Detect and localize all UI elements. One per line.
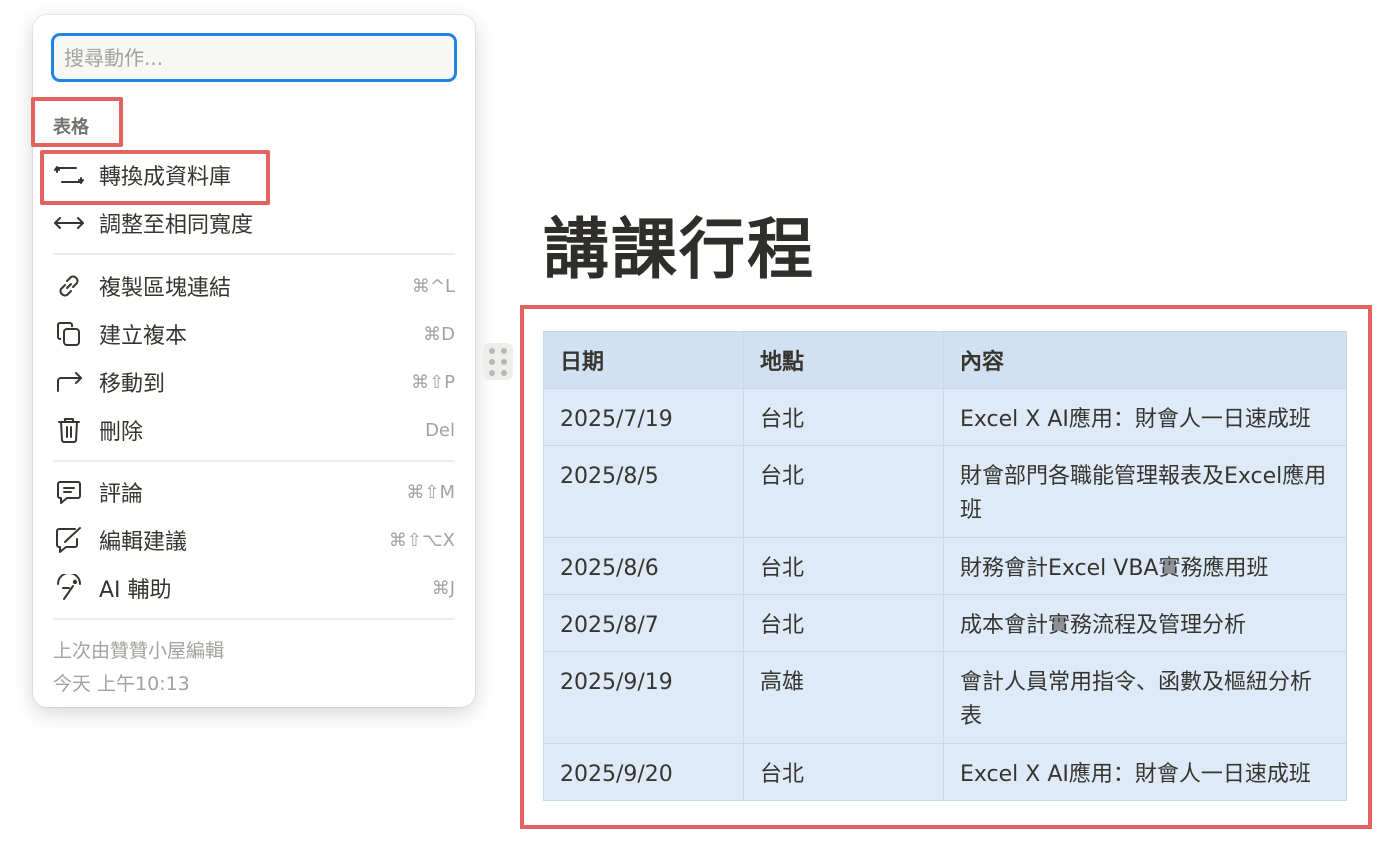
menu-item-label: 評論 [99, 482, 144, 507]
block-drag-handle[interactable] [483, 343, 513, 380]
menu-item-label: 調整至相同寬度 [99, 213, 254, 238]
table-cell[interactable]: 台北 [743, 537, 944, 595]
menu-item-ai-assist[interactable]: AI 輔助 ⌘J [53, 568, 455, 608]
section-label: 表格 [53, 117, 89, 138]
menu-item-equal-width[interactable]: 調整至相同寬度 [53, 203, 455, 243]
menu-item-shortcut: ⌘⇧P [411, 371, 455, 393]
comment-icon [53, 476, 85, 508]
menu-item-shortcut: Del [425, 419, 455, 441]
search-input[interactable] [64, 45, 444, 70]
menu-item-shortcut: ⌘^L [411, 275, 455, 297]
convert-icon [53, 159, 85, 191]
menu-item-label: 轉換成資料庫 [99, 165, 232, 190]
table-cell[interactable]: 2025/8/7 [543, 594, 744, 652]
schedule-table[interactable]: 日期 地點 內容 2025/7/19 台北 Excel X AI應用：財會人一日… [543, 331, 1347, 801]
table-row: 2025/9/20 台北 Excel X AI應用：財會人一日速成班 [543, 743, 1347, 801]
table-cell[interactable]: 台北 [743, 388, 944, 446]
table-cell[interactable]: Excel X AI應用：財會人一日速成班 [943, 388, 1347, 446]
table-cell[interactable]: 台北 [743, 743, 944, 801]
menu-item-shortcut: ⌘⇧⌥X [388, 529, 455, 551]
menu-item-label: 建立複本 [99, 324, 188, 349]
table-row: 2025/8/5 台北 財會部門各職能管理報表及Excel應用班 [543, 445, 1347, 538]
menu-divider [53, 253, 455, 255]
menu-item-shortcut: ⌘J [431, 577, 455, 599]
menu-item-comment[interactable]: 評論 ⌘⇧M [53, 472, 455, 512]
table-cell[interactable]: 2025/9/20 [543, 743, 744, 801]
table-row: 2025/9/19 高雄 會計人員常用指令、函數及樞紐分析表 [543, 651, 1347, 744]
header-cell-location[interactable]: 地點 [743, 331, 944, 389]
table-cell[interactable]: Excel X AI應用：財會人一日速成班 [943, 743, 1347, 801]
move-arrow-icon [53, 366, 85, 398]
duplicate-icon [53, 318, 85, 350]
menu-item-copy-link[interactable]: 複製區塊連結 ⌘^L [53, 266, 455, 306]
table-cell[interactable]: 成本會計實務流程及管理分析 [943, 594, 1347, 652]
last-edited-time: 今天 上午10:13 [53, 673, 190, 695]
table-cell[interactable]: 2025/8/5 [543, 445, 744, 538]
menu-item-label: 編輯建議 [99, 530, 188, 555]
header-cell-date[interactable]: 日期 [543, 331, 744, 389]
stage: 表格 轉換成資料庫 調整至相同寬度 [0, 0, 1400, 862]
menu-item-shortcut: ⌘D [423, 323, 455, 345]
table-row: 2025/8/6 台北 財務會計Excel VBA實務應用班 [543, 537, 1347, 595]
table-cell[interactable]: 2025/7/19 [543, 388, 744, 446]
link-icon [53, 270, 85, 302]
menu-item-label: 移動到 [99, 372, 166, 397]
table-cell[interactable]: 2025/9/19 [543, 651, 744, 744]
table-cell[interactable]: 2025/8/6 [543, 537, 744, 595]
table-cell[interactable]: 台北 [743, 594, 944, 652]
block-action-menu: 表格 轉換成資料庫 調整至相同寬度 [31, 15, 475, 707]
trash-icon [53, 414, 85, 446]
last-edited-by: 上次由贊贊小屋編輯 [53, 640, 225, 662]
menu-divider [53, 618, 455, 620]
menu-item-move-to[interactable]: 移動到 ⌘⇧P [53, 362, 455, 402]
table-cell[interactable]: 財會部門各職能管理報表及Excel應用班 [943, 445, 1347, 538]
menu-item-delete[interactable]: 刪除 Del [53, 410, 455, 450]
table-row: 2025/7/19 台北 Excel X AI應用：財會人一日速成班 [543, 388, 1347, 446]
table-cell[interactable]: 高雄 [743, 651, 944, 744]
menu-item-suggest-edits[interactable]: 編輯建議 ⌘⇧⌥X [53, 520, 455, 560]
menu-divider [53, 460, 455, 462]
ai-icon [53, 572, 85, 604]
arrows-horizontal-icon [53, 207, 85, 239]
header-cell-content[interactable]: 內容 [943, 331, 1347, 389]
table-cell[interactable]: 財務會計Excel VBA實務應用班 [943, 537, 1347, 595]
table-header-row: 日期 地點 內容 [543, 331, 1347, 389]
menu-item-convert-to-database[interactable]: 轉換成資料庫 [53, 155, 455, 195]
menu-item-label: AI 輔助 [99, 578, 172, 603]
menu-item-duplicate[interactable]: 建立複本 ⌘D [53, 314, 455, 354]
table-row: 2025/8/7 台北 成本會計實務流程及管理分析 [543, 594, 1347, 652]
page-title[interactable]: 講課行程 [543, 196, 815, 292]
menu-item-label: 複製區塊連結 [99, 276, 232, 301]
suggest-edit-icon [53, 524, 85, 556]
menu-item-label: 刪除 [99, 420, 144, 445]
table-cell[interactable]: 台北 [743, 445, 944, 538]
search-box[interactable] [51, 33, 457, 82]
menu-item-shortcut: ⌘⇧M [406, 481, 455, 503]
table-cell[interactable]: 會計人員常用指令、函數及樞紐分析表 [943, 651, 1347, 744]
